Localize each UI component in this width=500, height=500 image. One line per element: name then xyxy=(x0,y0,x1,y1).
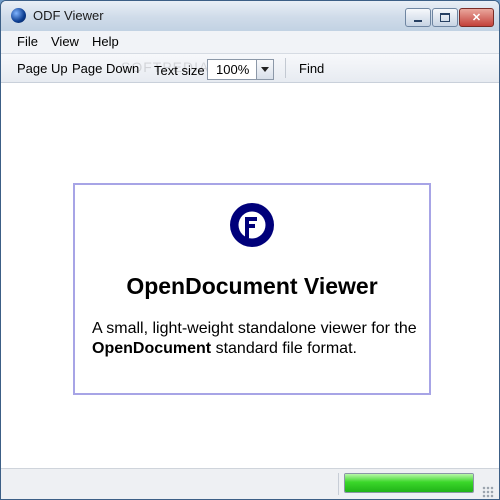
maximize-button[interactable] xyxy=(432,8,458,27)
opendocument-logo-icon xyxy=(230,203,274,247)
document-card: OpenDocument Viewer A small, light-weigh… xyxy=(73,183,431,395)
document-view[interactable]: OpenDocument Viewer A small, light-weigh… xyxy=(1,83,499,468)
menu-file[interactable]: File xyxy=(17,34,38,49)
close-button[interactable]: ✕ xyxy=(459,8,494,27)
menu-bar: File View Help xyxy=(1,31,499,54)
menu-help[interactable]: Help xyxy=(92,34,119,49)
maximize-icon xyxy=(440,13,450,22)
toolbar-separator xyxy=(285,58,286,78)
text-size-select[interactable]: 100% xyxy=(207,59,274,80)
minimize-icon xyxy=(414,19,422,22)
minimize-button[interactable] xyxy=(405,8,431,27)
description-text: A small, light-weight standalone viewer … xyxy=(92,320,417,337)
window-title: ODF Viewer xyxy=(33,8,104,23)
document-title: OpenDocument Viewer xyxy=(126,273,378,299)
description-bold: OpenDocument xyxy=(92,340,212,357)
progress-fill xyxy=(345,474,473,492)
page-down-button[interactable]: Page Down xyxy=(72,61,139,76)
description-text-end: standard file format. xyxy=(211,340,357,357)
chevron-down-icon xyxy=(261,67,269,72)
page-up-button[interactable]: Page Up xyxy=(17,61,68,76)
toolbar: SOFTPEDIA Page Up Page Down Text size 10… xyxy=(1,54,499,83)
menu-view[interactable]: View xyxy=(51,34,79,49)
find-button[interactable]: Find xyxy=(299,61,324,76)
odf-viewer-window: ODF Viewer ✕ File View Help SOFTPEDIA Pa… xyxy=(0,0,500,500)
document-description: A small, light-weight standalone viewer … xyxy=(92,319,422,359)
close-icon: ✕ xyxy=(471,12,482,24)
text-size-value: 100% xyxy=(216,62,250,77)
status-separator xyxy=(338,473,339,495)
resize-grip-icon[interactable] xyxy=(482,486,494,498)
text-size-dropdown-button[interactable] xyxy=(256,60,273,79)
app-globe-icon xyxy=(11,8,26,23)
status-bar xyxy=(1,468,499,499)
text-size-label: Text size xyxy=(154,63,205,78)
title-bar[interactable]: ODF Viewer ✕ xyxy=(1,1,499,32)
progress-bar xyxy=(344,473,474,493)
